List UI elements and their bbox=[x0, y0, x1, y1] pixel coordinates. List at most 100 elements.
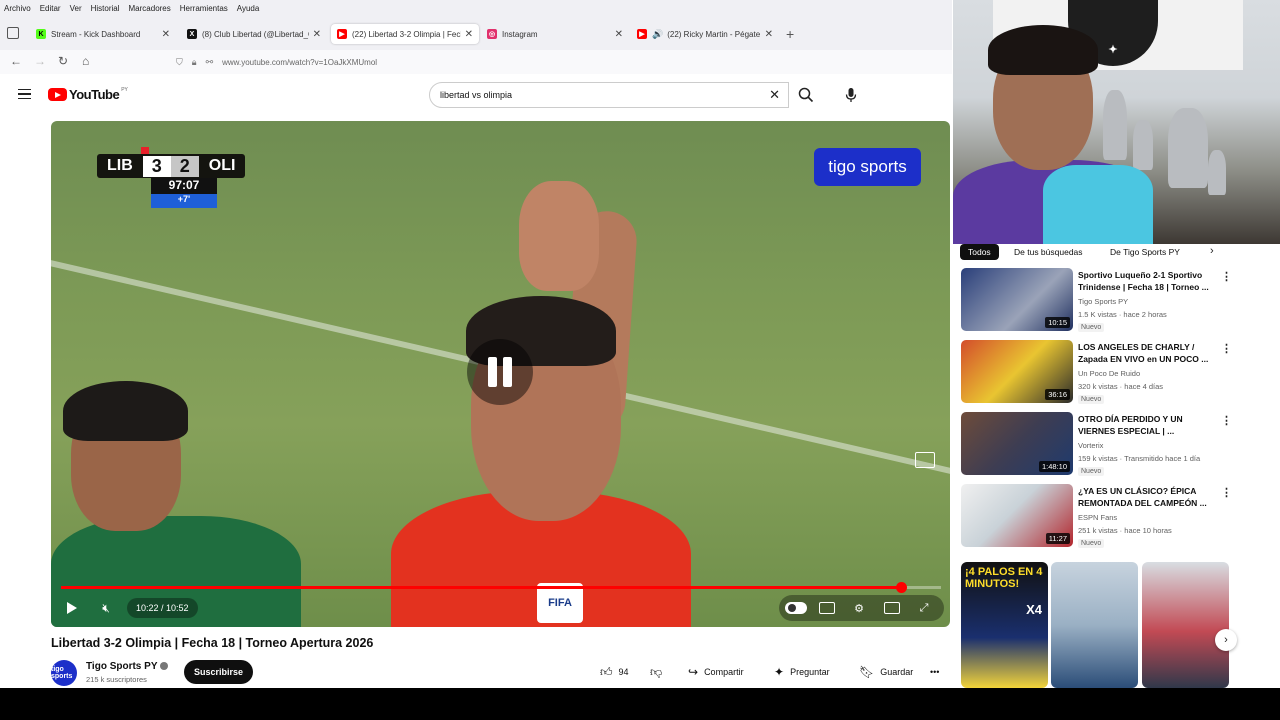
video-player[interactable]: FIFA LIB 3 2 OLI 97:07 +7' tigo sports 🔇… bbox=[51, 121, 950, 627]
theater-mode-icon[interactable] bbox=[884, 602, 900, 614]
tab-youtube-music[interactable]: ▶ 🔊 (22) Ricky Martin - Pégate - ✕ bbox=[631, 24, 779, 44]
search-input[interactable]: libertad vs olimpia ✕ bbox=[429, 82, 789, 108]
country-code: PY bbox=[121, 87, 128, 93]
menu-archivo[interactable]: Archivo bbox=[4, 4, 31, 13]
lock-icon[interactable]: 🔒︎ bbox=[192, 57, 197, 68]
recommendation-channel[interactable]: Vorterix bbox=[1078, 441, 1103, 450]
close-tab-icon[interactable]: ✕ bbox=[162, 29, 170, 40]
short-thumbnail[interactable]: ¡4 PALOS EN 4 MINUTOS! X4 bbox=[961, 562, 1048, 688]
chip-todos[interactable]: Todos bbox=[960, 244, 999, 260]
kebab-menu-icon[interactable]: ⋮ bbox=[1221, 486, 1232, 499]
forward-icon[interactable]: → bbox=[34, 54, 46, 68]
chevron-right-icon[interactable]: › bbox=[1215, 629, 1237, 651]
video-thumbnail[interactable]: 11:27 bbox=[961, 484, 1073, 547]
recommendation-title[interactable]: LOS ANGELES DE CHARLY / Zapada EN VIVO e… bbox=[1078, 341, 1218, 365]
close-tab-icon[interactable]: ✕ bbox=[465, 29, 473, 40]
speaker-icon[interactable]: 🔊 bbox=[652, 29, 663, 40]
close-tab-icon[interactable]: ✕ bbox=[615, 29, 623, 40]
video-duration: 10:15 bbox=[1045, 317, 1070, 328]
short-thumbnail[interactable] bbox=[1051, 562, 1138, 688]
trophy-icon bbox=[1103, 90, 1127, 160]
close-tab-icon[interactable]: ✕ bbox=[765, 29, 773, 40]
autoplay-toggle[interactable] bbox=[785, 602, 807, 614]
miniplayer-icon[interactable] bbox=[915, 452, 935, 468]
recommendation-title[interactable]: ¿YA ES UN CLÁSICO? ÉPICA REMONTADA DEL C… bbox=[1078, 485, 1218, 509]
video-thumbnail[interactable]: 36:16 bbox=[961, 340, 1073, 403]
progress-played bbox=[61, 586, 901, 589]
home-icon[interactable]: ⌂ bbox=[82, 54, 89, 68]
recommendation-title[interactable]: Sportivo Luqueño 2-1 Sportivo Trinidense… bbox=[1078, 269, 1218, 293]
kick-icon: K bbox=[36, 29, 46, 39]
menu-icon[interactable] bbox=[18, 89, 31, 99]
menu-herramientas[interactable]: Herramientas bbox=[180, 4, 228, 13]
subscribe-button[interactable]: Suscribirse bbox=[184, 660, 253, 684]
tab-kick[interactable]: K Stream - Kick Dashboard ✕ bbox=[30, 24, 176, 44]
fullscreen-icon[interactable]: ⤢ bbox=[916, 600, 932, 616]
tab-youtube-active[interactable]: ▶ (22) Libertad 3-2 Olimpia | Fech ✕ bbox=[331, 24, 479, 44]
kebab-menu-icon[interactable]: ⋮ bbox=[1221, 414, 1232, 427]
new-tab-icon[interactable]: + bbox=[786, 26, 794, 42]
channel-name[interactable]: Tigo Sports PY bbox=[86, 661, 158, 672]
recommendation-channel[interactable]: Un Poco De Ruido bbox=[1078, 369, 1140, 378]
more-actions-button[interactable]: ••• bbox=[926, 660, 944, 684]
back-icon[interactable]: ← bbox=[10, 54, 22, 68]
tab-title: (8) Club Libertad (@Libertad_Gu bbox=[202, 29, 309, 39]
short-thumbnail[interactable] bbox=[1142, 562, 1229, 688]
thumbs-up-icon: 👍︎ bbox=[600, 664, 613, 679]
menu-ayuda[interactable]: Ayuda bbox=[237, 4, 260, 13]
video-thumbnail[interactable]: 1:48:10 bbox=[961, 412, 1073, 475]
settings-gear-icon[interactable]: ⚙ bbox=[851, 600, 867, 616]
shield-icon[interactable]: ⛉ bbox=[176, 57, 183, 68]
menu-marcadores[interactable]: Marcadores bbox=[129, 4, 171, 13]
footballer-hair bbox=[63, 381, 188, 441]
x-icon: X bbox=[187, 29, 197, 39]
tab-instagram[interactable]: ◎ Instagram ✕ bbox=[481, 24, 629, 44]
save-button[interactable]: 🔖︎ Guardar bbox=[851, 660, 922, 684]
address-bar[interactable]: ⛉ 🔒︎ ⚯ www.youtube.com/watch?v=1OaJkXMUm… bbox=[176, 52, 946, 72]
recommendation-item[interactable]: 11:27 ¿YA ES UN CLÁSICO? ÉPICA REMONTADA… bbox=[961, 484, 1261, 548]
new-badge: Nuevo bbox=[1078, 395, 1105, 404]
youtube-logo[interactable]: YouTube PY bbox=[48, 87, 128, 102]
subtitles-icon[interactable] bbox=[819, 602, 835, 614]
voice-search-button[interactable] bbox=[838, 82, 864, 108]
match-clock: 97:07 bbox=[151, 178, 217, 194]
mute-icon[interactable]: 🔇︎ bbox=[95, 595, 117, 621]
search-button[interactable] bbox=[789, 82, 823, 108]
pause-overlay-icon[interactable] bbox=[467, 339, 533, 405]
menu-historial[interactable]: Historial bbox=[91, 4, 120, 13]
trophy-icon bbox=[1208, 150, 1226, 195]
channel-avatar[interactable]: tigo sports bbox=[51, 660, 77, 686]
kebab-menu-icon[interactable]: ⋮ bbox=[1221, 342, 1232, 355]
progress-bar[interactable] bbox=[61, 582, 941, 593]
dislike-button[interactable]: 👎︎ bbox=[642, 660, 671, 684]
filter-chips: Todos De tus búsquedas De Tigo Sports PY… bbox=[960, 244, 1280, 262]
tab-x[interactable]: X (8) Club Libertad (@Libertad_Gu ✕ bbox=[181, 24, 327, 44]
permissions-icon[interactable]: ⚯ bbox=[206, 57, 214, 68]
short-overlay: X4 bbox=[1026, 602, 1042, 617]
recommendation-item[interactable]: 10:15 Sportivo Luqueño 2-1 Sportivo Trin… bbox=[961, 268, 1261, 332]
play-button[interactable] bbox=[63, 595, 81, 621]
subscriber-count: 215 k suscriptores bbox=[86, 675, 147, 684]
menu-ver[interactable]: Ver bbox=[70, 4, 82, 13]
sparkle-icon: ✦ bbox=[774, 665, 785, 679]
like-button[interactable]: 👍︎ 94 bbox=[592, 660, 637, 684]
ask-button[interactable]: ✦ Preguntar bbox=[766, 660, 838, 684]
close-tab-icon[interactable]: ✕ bbox=[313, 29, 321, 40]
share-button[interactable]: ↪ Compartir bbox=[680, 660, 752, 684]
recommendation-channel[interactable]: Tigo Sports PY bbox=[1078, 297, 1128, 306]
reload-icon[interactable]: ↻ bbox=[58, 54, 68, 68]
tab-title: Instagram bbox=[502, 29, 538, 39]
chip-from-searches[interactable]: De tus búsquedas bbox=[1006, 244, 1091, 260]
recommendation-title[interactable]: OTRO DÍA PERDIDO Y UN VIERNES ESPECIAL |… bbox=[1078, 413, 1218, 437]
recommendation-item[interactable]: 36:16 LOS ANGELES DE CHARLY / Zapada EN … bbox=[961, 340, 1261, 404]
kebab-menu-icon[interactable]: ⋮ bbox=[1221, 270, 1232, 283]
clear-search-icon[interactable]: ✕ bbox=[769, 87, 780, 103]
video-thumbnail[interactable]: 10:15 bbox=[961, 268, 1073, 331]
scrubber-handle[interactable] bbox=[895, 582, 907, 593]
tab-list-icon[interactable] bbox=[7, 27, 19, 39]
chevron-right-icon[interactable]: › bbox=[1210, 245, 1214, 257]
recommendation-channel[interactable]: ESPN Fans bbox=[1078, 513, 1117, 522]
menu-editar[interactable]: Editar bbox=[40, 4, 61, 13]
chip-from-channel[interactable]: De Tigo Sports PY bbox=[1102, 244, 1188, 260]
recommendation-item[interactable]: 1:48:10 OTRO DÍA PERDIDO Y UN VIERNES ES… bbox=[961, 412, 1261, 476]
